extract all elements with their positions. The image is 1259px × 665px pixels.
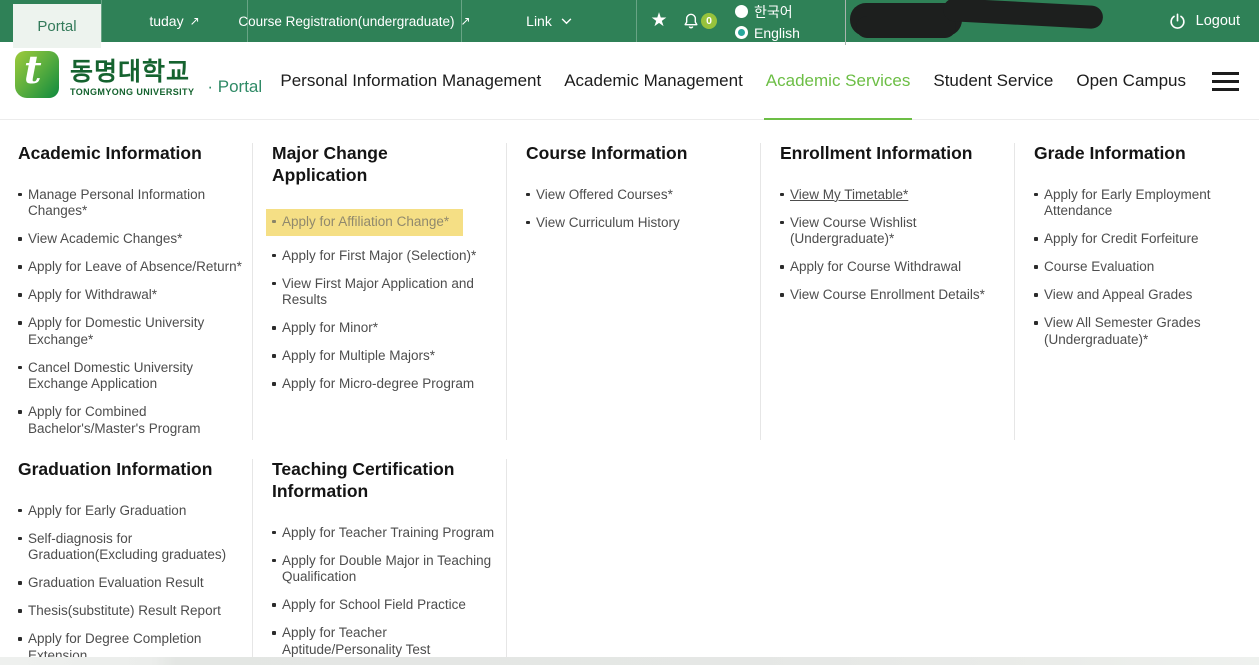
menu-item-view-course-wishlist-undergraduate[interactable]: View Course Wishlist (Undergraduate)* <box>780 215 1004 248</box>
column-title: Graduation Information <box>18 459 233 481</box>
menu-column-graduation-information: Graduation Information Apply for Early Gr… <box>18 459 252 665</box>
menu-column-grade-information: Grade Information Apply for Early Employm… <box>1034 143 1259 440</box>
logout-button[interactable]: Logout <box>1168 0 1240 42</box>
nav-item-personal-information-management[interactable]: Personal Information Management <box>280 42 541 120</box>
column-divider <box>506 459 507 665</box>
chevron-down-icon <box>561 18 572 25</box>
tuday-label: tuday <box>149 13 183 29</box>
logo-korean-name: 동명대학교 <box>70 57 194 87</box>
page-bottom-strip <box>0 657 1259 665</box>
language-option-korean[interactable]: 한국어 <box>735 2 800 22</box>
menu-item-apply-for-teacher-training-program[interactable]: Apply for Teacher Training Program <box>272 525 496 541</box>
external-link-icon: ↗ <box>190 14 200 28</box>
menu-item-view-first-major-application-and-results[interactable]: View First Major Application and Results <box>272 276 496 309</box>
menu-item-view-all-semester-grades-undergraduate[interactable]: View All Semester Grades (Undergraduate)… <box>1034 315 1258 348</box>
topbar: Portal tuday ↗ Course Registration(under… <box>0 0 1259 42</box>
menu-item-cancel-domestic-university-exchange-application[interactable]: Cancel Domestic University Exchange Appl… <box>18 360 242 393</box>
menu-item-apply-for-multiple-majors[interactable]: Apply for Multiple Majors* <box>272 348 496 364</box>
menu-item-manage-personal-information-changes[interactable]: Manage Personal Information Changes* <box>18 187 242 220</box>
academic-services-mega-menu: Academic Information Manage Personal Info… <box>0 120 1259 665</box>
menu-item-apply-for-double-major-in-teaching-qualification[interactable]: Apply for Double Major in Teaching Quali… <box>272 553 496 586</box>
menu-row-1: Academic Information Manage Personal Info… <box>0 120 1259 440</box>
hamburger-menu-icon[interactable] <box>1212 72 1239 91</box>
portal-suffix: · Portal <box>207 51 262 97</box>
redaction-blob <box>856 16 956 38</box>
column-divider <box>1014 143 1015 440</box>
header: t 동명대학교 TONGMYONG UNIVERSITY · Portal Pe… <box>0 42 1259 120</box>
logo[interactable]: t 동명대학교 TONGMYONG UNIVERSITY · Portal <box>15 51 262 98</box>
menu-item-view-offered-courses[interactable]: View Offered Courses* <box>526 187 750 203</box>
radio-unselected-icon <box>735 5 748 18</box>
menu-column-course-information: Course Information View Offered Courses* V… <box>526 143 760 440</box>
university-logo-icon: t <box>15 51 59 98</box>
main-nav: Personal Information Management Academic … <box>280 42 1239 120</box>
nav-item-academic-management[interactable]: Academic Management <box>564 42 743 120</box>
column-divider <box>760 143 761 440</box>
menu-item-apply-for-course-withdrawal[interactable]: Apply for Course Withdrawal <box>780 259 1004 275</box>
nav-item-student-service[interactable]: Student Service <box>933 42 1053 120</box>
menu-item-apply-for-early-graduation[interactable]: Apply for Early Graduation <box>18 503 242 519</box>
menu-item-view-course-enrollment-details[interactable]: View Course Enrollment Details* <box>780 287 1004 303</box>
power-icon <box>1168 12 1187 31</box>
menu-item-apply-for-first-major-selection[interactable]: Apply for First Major (Selection)* <box>272 248 496 264</box>
menu-column-major-change-application: Major Change ApplicationApply for Affili… <box>272 143 506 440</box>
link-dropdown-label: Link <box>526 13 552 29</box>
nav-item-academic-services[interactable]: Academic Services <box>766 42 911 120</box>
column-divider <box>506 143 507 440</box>
portal-tab[interactable]: Portal <box>13 4 101 48</box>
column-title: Teaching Certification Information <box>272 459 487 503</box>
menu-item-apply-for-school-field-practice[interactable]: Apply for School Field Practice <box>272 597 496 613</box>
menu-item-graduation-evaluation-result[interactable]: Graduation Evaluation Result <box>18 575 242 591</box>
menu-item-apply-for-leave-of-absence-return[interactable]: Apply for Leave of Absence/Return* <box>18 259 242 275</box>
topbar-link-course-registration[interactable]: Course Registration(undergraduate) ↗ <box>248 0 462 42</box>
column-divider <box>252 143 253 440</box>
column-title: Major Change Application <box>272 143 487 187</box>
menu-item-apply-for-affiliation-change[interactable]: Apply for Affiliation Change* <box>266 209 463 236</box>
bell-icon <box>681 11 701 31</box>
logout-label: Logout <box>1196 13 1240 29</box>
menu-item-view-my-timetable[interactable]: View My Timetable* <box>780 187 1004 203</box>
redacted-username <box>848 0 1104 42</box>
menu-item-view-academic-changes[interactable]: View Academic Changes* <box>18 231 242 247</box>
favorites-star-icon[interactable]: ★ <box>647 0 671 42</box>
menu-item-view-curriculum-history[interactable]: View Curriculum History <box>526 215 750 231</box>
menu-item-thesis-substitute-result-report[interactable]: Thesis(substitute) Result Report <box>18 603 242 619</box>
menu-item-apply-for-minor[interactable]: Apply for Minor* <box>272 320 496 336</box>
column-title: Course Information <box>526 143 741 165</box>
topbar-link-dropdown[interactable]: Link <box>462 0 637 42</box>
menu-item-apply-for-combined-bachelor-s-master-s-program[interactable]: Apply for Combined Bachelor's/Master's P… <box>18 404 242 437</box>
logo-english-name: TONGMYONG UNIVERSITY <box>70 87 194 97</box>
menu-item-apply-for-credit-forfeiture[interactable]: Apply for Credit Forfeiture <box>1034 231 1258 247</box>
menu-item-self-diagnosis-for-graduation-excluding-graduates[interactable]: Self-diagnosis for Graduation(Excluding … <box>18 531 242 564</box>
nav-item-open-campus[interactable]: Open Campus <box>1076 42 1186 120</box>
menu-column-teaching-certification-information: Teaching Certification Information Apply … <box>272 459 506 665</box>
menu-item-apply-for-teacher-aptitude-personality-test[interactable]: Apply for Teacher Aptitude/Personality T… <box>272 625 496 658</box>
menu-row-2: Graduation Information Apply for Early Gr… <box>0 440 1259 665</box>
language-korean-label: 한국어 <box>754 2 793 22</box>
notifications-bell-button[interactable]: 0 <box>679 0 719 42</box>
menu-column-academic-information: Academic Information Manage Personal Info… <box>18 143 252 440</box>
menu-item-course-evaluation[interactable]: Course Evaluation <box>1034 259 1258 275</box>
menu-item-apply-for-micro-degree-program[interactable]: Apply for Micro-degree Program <box>272 376 496 392</box>
course-registration-label: Course Registration(undergraduate) <box>238 14 454 29</box>
redaction-blob <box>942 0 1103 29</box>
menu-item-apply-for-early-employment-attendance[interactable]: Apply for Early Employment Attendance <box>1034 187 1258 220</box>
menu-item-apply-for-domestic-university-exchange[interactable]: Apply for Domestic University Exchange* <box>18 315 242 348</box>
column-title: Academic Information <box>18 143 233 165</box>
radio-selected-icon <box>735 26 748 39</box>
language-option-english[interactable]: English <box>735 25 800 41</box>
notification-count-badge: 0 <box>701 13 717 29</box>
column-divider <box>252 459 253 665</box>
menu-item-apply-for-withdrawal[interactable]: Apply for Withdrawal* <box>18 287 242 303</box>
language-switcher: 한국어 English <box>735 0 800 42</box>
column-title: Grade Information <box>1034 143 1249 165</box>
menu-item-view-and-appeal-grades[interactable]: View and Appeal Grades <box>1034 287 1258 303</box>
language-english-label: English <box>754 25 800 41</box>
topbar-separator <box>845 0 846 45</box>
column-title: Enrollment Information <box>780 143 995 165</box>
topbar-link-tuday[interactable]: tuday ↗ <box>101 0 248 42</box>
menu-column-enrollment-information: Enrollment Information View My Timetable*… <box>780 143 1014 440</box>
